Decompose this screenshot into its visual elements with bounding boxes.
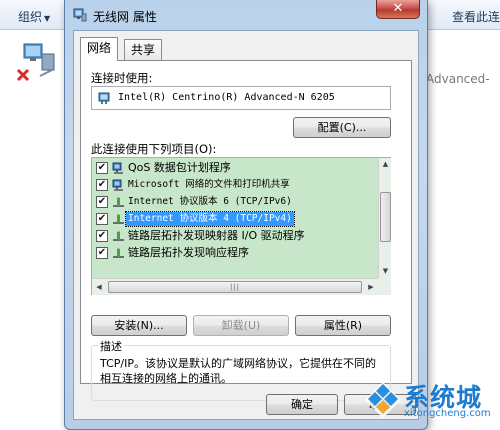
tab-sharing[interactable]: 共享 [124,39,163,61]
configure-button[interactable]: 配置(C)... [293,117,391,138]
close-icon: ✕ [392,1,404,16]
dialog-title: 无线网 属性 [93,10,157,24]
watermark-url: xitongcheng.com [404,408,491,419]
item-checkbox[interactable]: ✔ [96,179,108,191]
connect-using-label: 连接时使用: [91,71,153,85]
close-button[interactable]: ✕ [376,0,420,19]
protocol-icon [113,214,124,224]
item-checkbox[interactable]: ✔ [96,247,108,259]
item-label: Internet 协议版本 4 (TCP/IPv4) [125,211,295,227]
tab-network[interactable]: 网络 [80,37,119,61]
items-list-label: 此连接使用下列项目(O): [91,142,217,156]
wireless-adapter-icon[interactable] [16,40,66,90]
network-tab-page: 连接时使用: Intel(R) Centrino(R) Advanced-N 6… [80,60,412,401]
item-label: 链路层拓扑发现响应程序 [128,246,249,259]
vertical-scroll-thumb[interactable] [380,192,391,242]
network-adapter-icon [73,8,87,22]
protocol-icon [113,248,124,258]
network-service-icon [112,162,123,174]
vertical-scrollbar[interactable]: ▲ ▼ [378,158,391,278]
properties-button[interactable]: 属性(R) [295,315,391,336]
scroll-down-icon[interactable]: ▼ [379,265,392,278]
protocol-icon [113,197,124,207]
view-connection-status-button[interactable]: 查看此连 [452,8,500,25]
item-label: Internet 协议版本 6 (TCP/IPv6) [128,196,292,207]
item-checkbox[interactable]: ✔ [96,162,108,174]
description-title: 描述 [98,338,124,354]
scroll-up-icon[interactable]: ▲ [379,158,392,171]
items-viewport: ✔ QoS 数据包计划程序 ✔ Microsoft 网络的文件和打印机共享 ✔ … [92,158,378,278]
uninstall-button[interactable]: 卸载(U) [193,315,289,336]
description-text: TCP/IP。该协议是默认的广域网络协议，它提供在不同的相互连接的网络上的通讯。 [100,357,376,385]
connection-items-list[interactable]: ✔ QoS 数据包计划程序 ✔ Microsoft 网络的文件和打印机共享 ✔ … [91,157,391,295]
item-label: QoS 数据包计划程序 [128,161,231,174]
adapter-description: Advanced- [426,72,490,86]
ok-button[interactable]: 确定 [266,394,338,415]
scroll-right-icon[interactable]: ▶ [364,279,378,295]
adapter-name: Intel(R) Centrino(R) Advanced-N 6205 [118,92,335,103]
description-group: 描述 TCP/IP。该协议是默认的广域网络协议，它提供在不同的相互连接的网络上的… [91,338,391,401]
site-watermark: 系统城 xitongcheng.com [360,376,500,428]
wireless-properties-dialog: 无线网 属性 ✕ 网络 共享 连接时使用: Intel(R) Centrino(… [64,0,428,430]
item-label: Microsoft 网络的文件和打印机共享 [128,179,290,190]
install-button[interactable]: 安装(N)... [91,315,187,336]
organize-menu[interactable]: 组织 ▼ [18,8,50,25]
item-label: 链路层拓扑发现映射器 I/O 驱动程序 [128,229,305,242]
item-checkbox[interactable]: ✔ [96,230,108,242]
dialog-titlebar[interactable]: 无线网 属性 ✕ [65,0,427,30]
adapter-field: Intel(R) Centrino(R) Advanced-N 6205 [91,86,391,110]
network-card-icon [98,92,110,104]
scroll-left-icon[interactable]: ◀ [92,279,106,295]
organize-label: 组织 [18,10,43,24]
protocol-icon [113,231,124,241]
horizontal-scrollbar[interactable]: ◀ ||| ▶ [92,278,378,295]
horizontal-scroll-thumb[interactable]: ||| [108,281,362,293]
windows-logo-icon [365,382,401,418]
item-checkbox[interactable]: ✔ [96,196,108,208]
chevron-down-icon: ▼ [44,14,51,23]
item-checkbox[interactable]: ✔ [96,213,108,225]
scrollbar-corner [378,278,391,295]
dialog-client-area: 网络 共享 连接时使用: Intel(R) Centrino(R) Advanc… [73,30,419,420]
network-service-icon [112,179,123,191]
